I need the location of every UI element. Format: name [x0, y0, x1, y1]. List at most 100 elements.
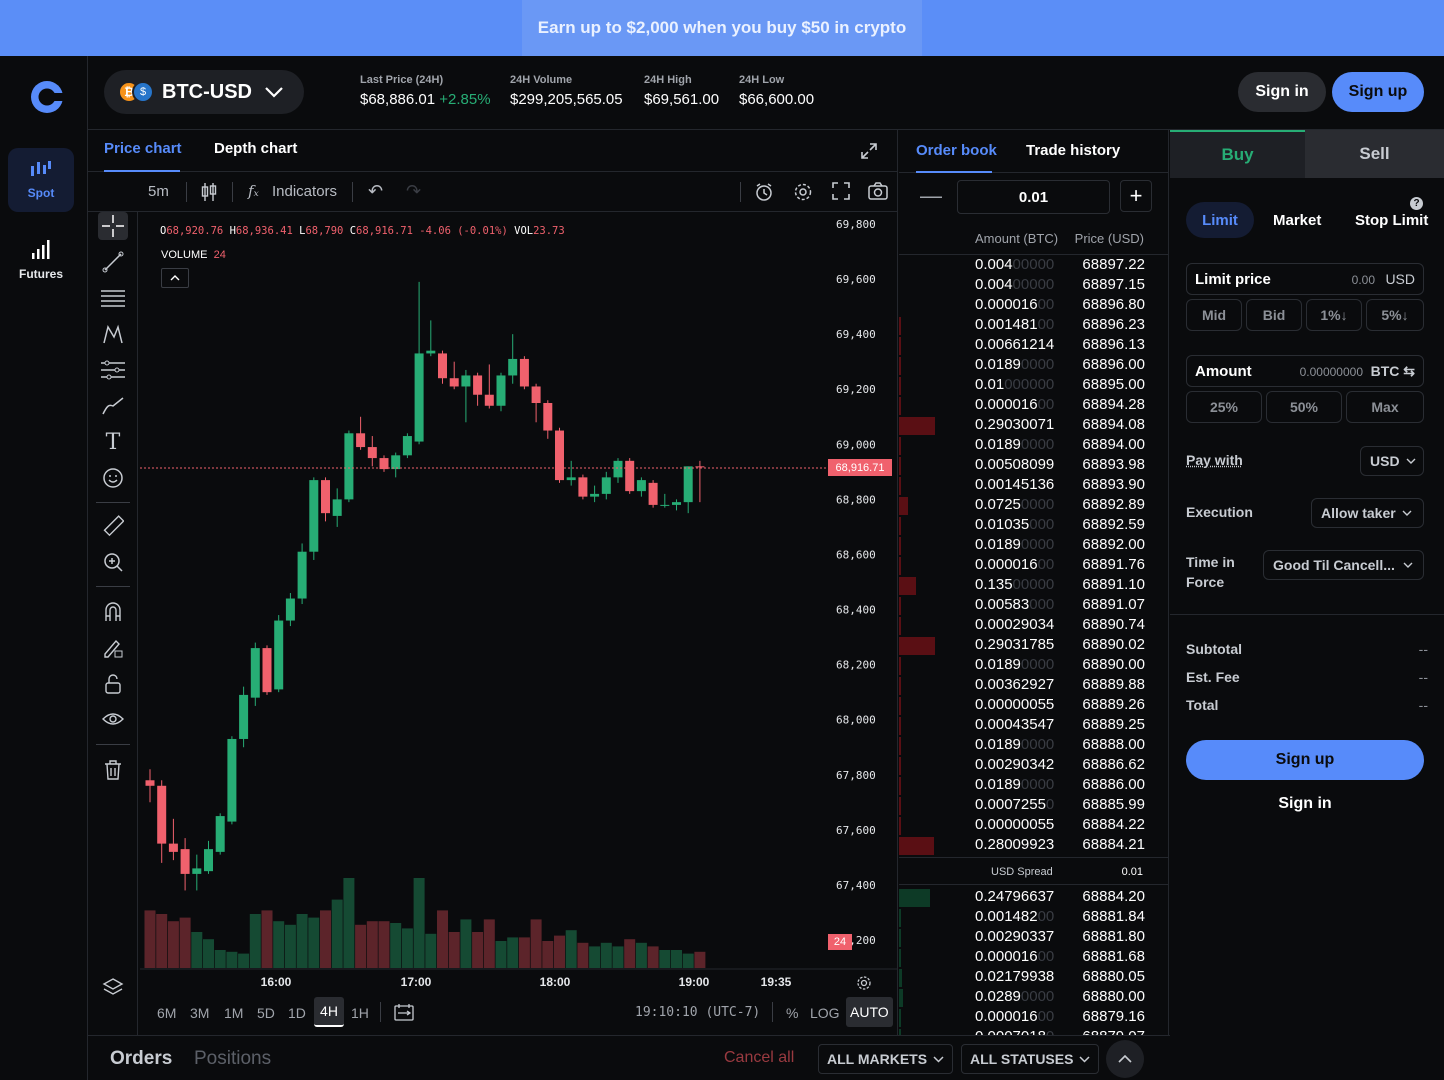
- ask-row[interactable]: 0.29031785 68890.02: [899, 635, 1168, 655]
- text-tool-icon[interactable]: T: [98, 428, 128, 456]
- axis-settings-gear-icon[interactable]: [856, 975, 872, 991]
- brush-tool[interactable]: [98, 392, 128, 420]
- ask-row[interactable]: 0.01000000 68895.00: [899, 375, 1168, 395]
- minus-5-percent-button[interactable]: 5%↓: [1366, 299, 1424, 331]
- zoom-tool[interactable]: [98, 548, 128, 576]
- ask-row[interactable]: 0.28009923 68884.21: [899, 835, 1168, 855]
- promo-text[interactable]: Earn up to $2,000 when you buy $50 in cr…: [538, 18, 906, 38]
- amount-50-button[interactable]: 50%: [1266, 391, 1342, 423]
- bid-button[interactable]: Bid: [1246, 299, 1302, 331]
- markets-filter[interactable]: ALL MARKETS: [818, 1044, 954, 1074]
- orders-tab[interactable]: Orders: [110, 1048, 172, 1070]
- ask-row[interactable]: 0.01890000 68896.00: [899, 355, 1168, 375]
- ask-row[interactable]: 0.00148100 68896.23: [899, 315, 1168, 335]
- coinbase-logo-icon[interactable]: [30, 80, 64, 114]
- visibility-tool[interactable]: [98, 706, 128, 734]
- range-6m[interactable]: 6M: [157, 1005, 176, 1021]
- ask-row[interactable]: 0.01890000 68890.00: [899, 655, 1168, 675]
- trade-sign-in-button[interactable]: Sign in: [1186, 792, 1424, 816]
- range-1h[interactable]: 1H: [351, 1005, 369, 1021]
- tab-order-book[interactable]: Order book: [916, 142, 997, 159]
- time-in-force-select[interactable]: Good Til Cancell...: [1263, 550, 1424, 580]
- ask-row[interactable]: 0.00145136 68893.90: [899, 475, 1168, 495]
- magnet-tool[interactable]: [98, 598, 128, 626]
- crosshair-tool[interactable]: [98, 212, 128, 240]
- interval-selector[interactable]: 5m: [148, 183, 169, 200]
- price-plot[interactable]: 69,800 69,600 69,400 69,200 69,000 68,800 68,6…: [140, 212, 898, 1035]
- decrease-step-button[interactable]: —: [915, 183, 947, 208]
- order-type-limit[interactable]: Limit: [1186, 202, 1254, 238]
- promo-banner[interactable]: Earn up to $2,000 when you buy $50 in cr…: [0, 0, 1444, 56]
- ask-row[interactable]: 0.00000055 68889.26: [899, 695, 1168, 715]
- ask-row[interactable]: 0.01035000 68892.59: [899, 515, 1168, 535]
- mid-button[interactable]: Mid: [1186, 299, 1242, 331]
- auto-toggle[interactable]: AUTO: [846, 997, 893, 1027]
- trade-sign-up-button[interactable]: Sign up: [1186, 740, 1424, 780]
- candle-type-icon[interactable]: [200, 182, 218, 202]
- lock-tool[interactable]: [98, 670, 128, 698]
- bid-row[interactable]: 0.00070180 68879.07: [899, 1027, 1168, 1035]
- ask-row[interactable]: 0.00400000 68897.15: [899, 275, 1168, 295]
- percent-toggle[interactable]: %: [786, 1005, 798, 1021]
- candlestick-chart[interactable]: 69,800 69,600 69,400 69,200 69,000 68,800 68,6…: [140, 212, 898, 1035]
- lock-drawing-tool[interactable]: [98, 634, 128, 662]
- log-toggle[interactable]: LOG: [810, 1005, 840, 1021]
- bid-row[interactable]: 0.02179938 68880.05: [899, 967, 1168, 987]
- sign-up-button[interactable]: Sign up: [1332, 72, 1424, 112]
- amount-field[interactable]: Amount 0.00000000 BTC ⇆: [1186, 355, 1424, 387]
- indicators-button[interactable]: Indicators: [272, 183, 337, 200]
- bid-row[interactable]: 0.02890000 68880.00: [899, 987, 1168, 1007]
- ask-row[interactable]: 0.07250000 68892.89: [899, 495, 1168, 515]
- range-3m[interactable]: 3M: [190, 1005, 209, 1021]
- ask-row[interactable]: 0.00043547 68889.25: [899, 715, 1168, 735]
- amount-unit-toggle[interactable]: BTC ⇆: [1371, 363, 1415, 380]
- range-5d[interactable]: 5D: [257, 1005, 275, 1021]
- sell-tab[interactable]: Sell: [1305, 130, 1444, 178]
- ask-row[interactable]: 0.00583000 68891.07: [899, 595, 1168, 615]
- pattern-tool[interactable]: [98, 320, 128, 348]
- fullscreen-icon[interactable]: [832, 182, 850, 200]
- ask-row[interactable]: 0.00001600 68896.80: [899, 295, 1168, 315]
- order-type-stop-limit[interactable]: Stop Limit: [1355, 212, 1428, 229]
- ask-row[interactable]: 0.00400000 68897.22: [899, 255, 1168, 275]
- ask-row[interactable]: 0.00290342 68886.62: [899, 755, 1168, 775]
- range-4h[interactable]: 4H: [314, 997, 344, 1027]
- execution-select[interactable]: Allow taker: [1311, 498, 1424, 528]
- tab-price-chart[interactable]: Price chart: [104, 140, 182, 157]
- cancel-all-button[interactable]: Cancel all: [724, 1049, 794, 1067]
- ask-row[interactable]: 0.00661214 68896.13: [899, 335, 1168, 355]
- sign-in-button[interactable]: Sign in: [1238, 72, 1326, 112]
- layers-tool[interactable]: [98, 974, 128, 1002]
- ask-row[interactable]: 0.29030071 68894.08: [899, 415, 1168, 435]
- ask-row[interactable]: 0.00000055 68884.22: [899, 815, 1168, 835]
- bid-row[interactable]: 0.00001600 68881.68: [899, 947, 1168, 967]
- ask-row[interactable]: 0.00001600 68894.28: [899, 395, 1168, 415]
- ruler-tool[interactable]: [98, 512, 128, 540]
- amount-max-button[interactable]: Max: [1346, 391, 1424, 423]
- expand-icon[interactable]: [860, 142, 878, 160]
- alert-clock-icon[interactable]: [754, 182, 774, 202]
- emoji-tool[interactable]: [98, 464, 128, 492]
- bid-row[interactable]: 0.00290337 68881.80: [899, 927, 1168, 947]
- range-1m[interactable]: 1M: [224, 1005, 243, 1021]
- ask-row[interactable]: 0.01890000 68894.00: [899, 435, 1168, 455]
- ask-row[interactable]: 0.01890000 68888.00: [899, 735, 1168, 755]
- ask-row[interactable]: 0.00029034 68890.74: [899, 615, 1168, 635]
- help-icon[interactable]: ?: [1410, 197, 1423, 210]
- fib-tool[interactable]: [98, 284, 128, 312]
- step-value[interactable]: 0.01: [957, 180, 1110, 214]
- ask-row[interactable]: 0.00508099 68893.98: [899, 455, 1168, 475]
- ask-row[interactable]: 0.00001600 68891.76: [899, 555, 1168, 575]
- minus-1-percent-button[interactable]: 1%↓: [1306, 299, 1362, 331]
- tab-depth-chart[interactable]: Depth chart: [214, 140, 297, 157]
- ask-row[interactable]: 0.01890000 68892.00: [899, 535, 1168, 555]
- statuses-filter[interactable]: ALL STATUSES: [961, 1044, 1100, 1074]
- range-1d[interactable]: 1D: [288, 1005, 306, 1021]
- tab-trade-history[interactable]: Trade history: [1026, 142, 1120, 159]
- order-type-market[interactable]: Market: [1273, 212, 1321, 229]
- camera-icon[interactable]: [868, 182, 888, 200]
- expand-orders-button[interactable]: [1106, 1040, 1144, 1078]
- bid-row[interactable]: 0.00001600 68879.16: [899, 1007, 1168, 1027]
- amount-25-button[interactable]: 25%: [1186, 391, 1262, 423]
- redo-icon[interactable]: ↷: [406, 181, 421, 202]
